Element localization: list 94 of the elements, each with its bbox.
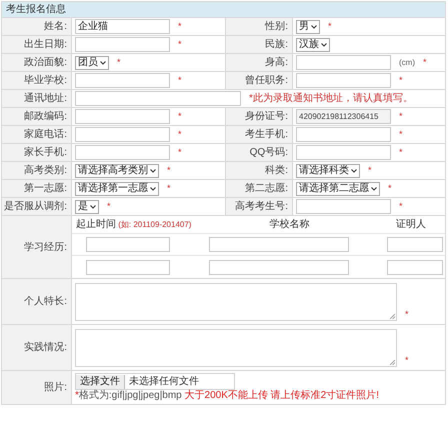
required-mark: * <box>399 110 403 123</box>
field-label: 是否服从调剂: <box>4 200 67 214</box>
text-field[interactable] <box>387 260 443 274</box>
field-label: QQ号码: <box>250 146 288 160</box>
text-field[interactable] <box>209 260 349 274</box>
field-label: 民族: <box>265 38 288 52</box>
text-field[interactable] <box>209 237 349 252</box>
required-mark: * <box>117 56 121 69</box>
required-mark: * <box>405 308 409 320</box>
text-field[interactable] <box>75 145 170 160</box>
required-mark: * <box>167 164 171 177</box>
text-field[interactable] <box>75 127 170 142</box>
resize-grip-icon <box>390 314 395 319</box>
text-field[interactable] <box>86 260 170 274</box>
dropdown[interactable]: 请选择第二志愿 <box>296 182 380 196</box>
field-label: 第一志愿: <box>24 182 67 196</box>
dropdown[interactable]: 是 <box>75 200 99 214</box>
dropdown[interactable]: 团员 <box>75 56 109 70</box>
field-label: 家长手机: <box>24 146 67 160</box>
chevron-down-icon <box>311 24 317 28</box>
text-field[interactable] <box>296 127 391 142</box>
field-label: 出生日期: <box>24 38 67 52</box>
field-label: 性别: <box>265 20 288 34</box>
text-field[interactable]: 420902198112306415 <box>296 109 391 124</box>
required-mark: * <box>328 20 332 33</box>
required-mark: * <box>399 200 403 213</box>
dropdown[interactable]: 请选择科类 <box>296 164 360 178</box>
dropdown[interactable]: 请选择第一志愿 <box>75 182 159 196</box>
field-label: 照片: <box>44 380 67 395</box>
text-field[interactable] <box>296 199 391 214</box>
field-label: 家庭电话: <box>24 128 67 142</box>
field-label: 曾任职务: <box>245 74 288 88</box>
required-mark: * <box>405 354 409 366</box>
field-label: 身份证号: <box>245 110 288 124</box>
required-mark: * <box>388 182 392 195</box>
field-label: 邮政编码: <box>24 110 67 124</box>
text-field[interactable] <box>296 145 391 160</box>
column-header: 起止时间 (如: 201109-201407) <box>75 218 192 232</box>
field-label: 实践情况: <box>24 340 67 355</box>
chevron-down-icon <box>150 168 156 172</box>
required-mark: * <box>178 110 182 123</box>
field-label: 第二志愿: <box>245 182 288 196</box>
text-field[interactable] <box>296 55 391 70</box>
column-header: 证明人 <box>395 218 427 232</box>
text-field[interactable] <box>296 73 391 88</box>
text-area[interactable] <box>75 283 397 321</box>
dropdown[interactable]: 请选择高考类别 <box>75 164 159 178</box>
required-mark: * <box>423 56 427 69</box>
text-field[interactable]: 企业猫 <box>75 19 170 34</box>
field-label: 高考考生号: <box>235 200 288 214</box>
required-mark: * <box>107 200 111 213</box>
text-field[interactable] <box>75 73 170 88</box>
required-mark: * <box>399 74 403 87</box>
field-label: 身高: <box>265 56 288 70</box>
chevron-down-icon <box>371 186 377 190</box>
chevron-down-icon <box>150 186 156 190</box>
dropdown[interactable]: 男 <box>296 20 320 34</box>
required-mark: * <box>368 164 372 177</box>
dropdown[interactable]: 汉族 <box>296 38 330 52</box>
resize-grip-icon <box>390 360 395 365</box>
field-label: 通讯地址: <box>24 92 67 106</box>
text-field[interactable] <box>86 237 170 252</box>
unit-label: (cm) <box>399 56 415 68</box>
required-mark: * <box>178 146 182 159</box>
field-label: 考生手机: <box>245 128 288 142</box>
required-mark: * <box>178 74 182 87</box>
required-mark: * <box>399 146 403 159</box>
field-label: 毕业学校: <box>24 74 67 88</box>
choose-file-button[interactable]: 选择文件 <box>76 374 125 388</box>
chevron-down-icon <box>321 42 327 46</box>
section-title: 考生报名信息 <box>6 4 66 14</box>
required-mark: * <box>178 128 182 141</box>
text-field[interactable] <box>75 91 241 106</box>
chevron-down-icon <box>351 168 357 172</box>
chevron-down-icon <box>90 204 96 208</box>
field-label: 个人特长: <box>24 294 67 309</box>
column-header: 学校名称 <box>268 218 310 232</box>
chevron-down-icon <box>100 60 106 64</box>
field-label: 政治面貌: <box>24 56 67 70</box>
field-label: 姓名: <box>44 20 67 34</box>
required-mark: * <box>167 182 171 195</box>
field-label: 高考类别: <box>24 164 67 178</box>
required-mark: * <box>178 20 182 33</box>
required-mark: * <box>399 128 403 141</box>
photo-hint: *格式为:gif|jpg|jpeg|bmp 大于200K不能上传 请上传标准2寸证件照片! <box>75 390 380 402</box>
address-note: *此为录取通知书地址，请认真填写。 <box>249 92 413 106</box>
field-label: 科类: <box>265 164 288 178</box>
field-label: 学习经历: <box>24 240 67 254</box>
text-field[interactable] <box>387 237 443 252</box>
file-status: 未选择任何文件 <box>129 374 199 389</box>
text-field[interactable] <box>75 109 170 124</box>
text-field[interactable] <box>75 37 170 52</box>
text-area[interactable] <box>75 329 397 367</box>
required-mark: * <box>178 38 182 51</box>
